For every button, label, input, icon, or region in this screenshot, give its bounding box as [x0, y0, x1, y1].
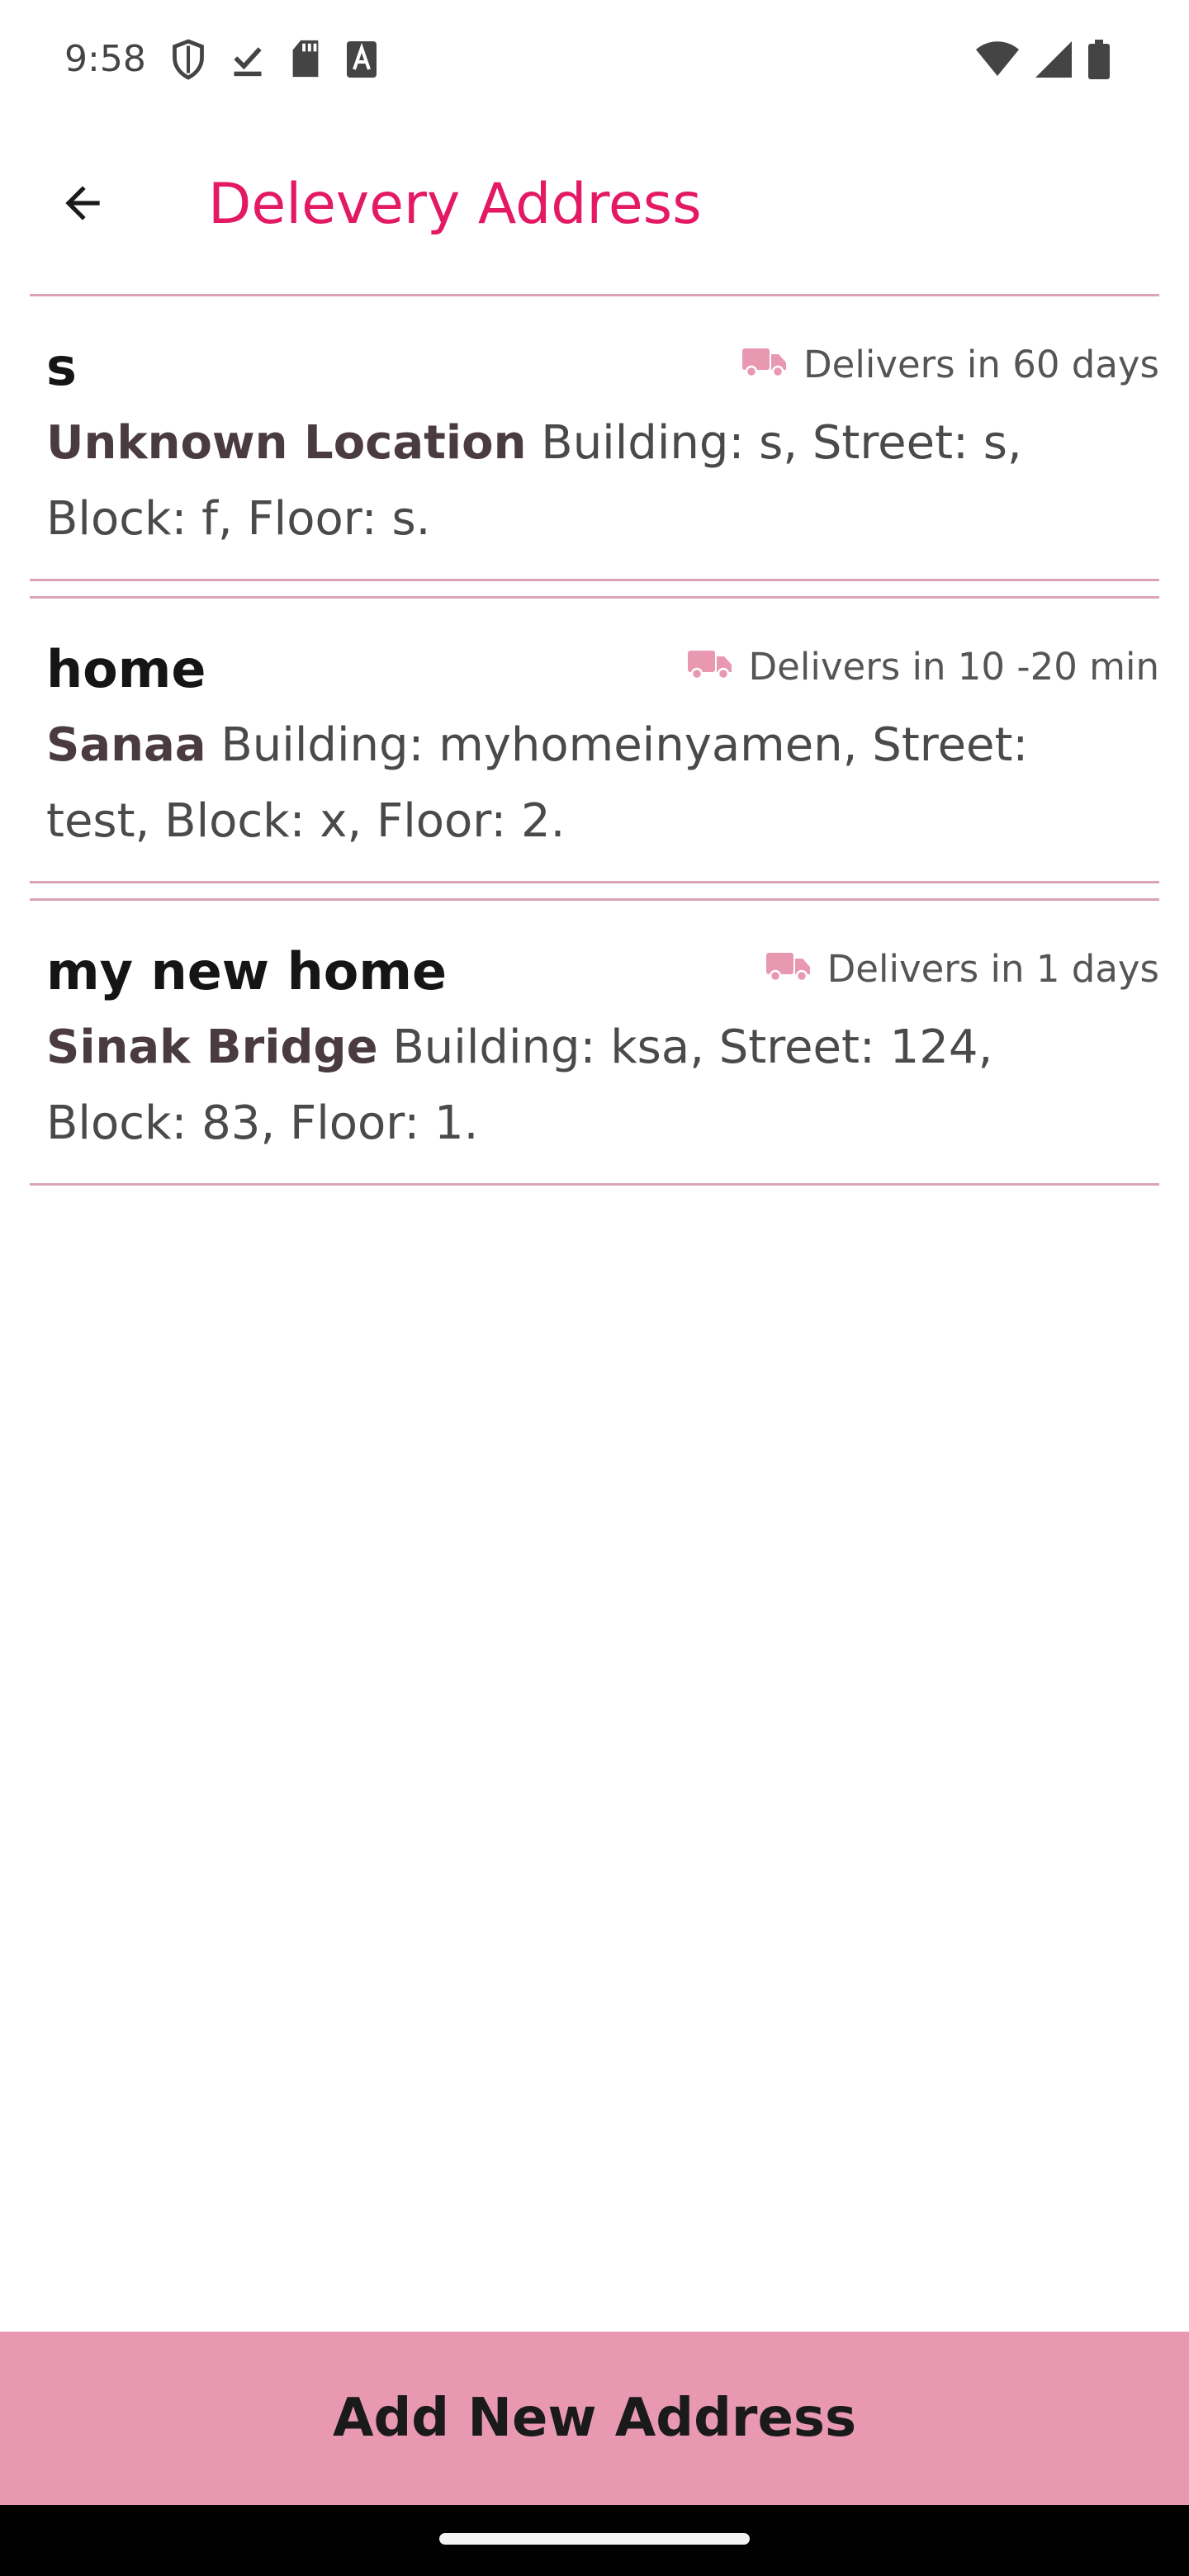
status-icons-left [170, 38, 378, 81]
truck-icon [687, 649, 732, 684]
truck-icon [741, 347, 787, 381]
screen: 9:58 Delevery Address s Delivers in 60 d… [0, 0, 1189, 2576]
address-list: s Delivers in 60 days Unknown Location B… [30, 294, 1159, 1200]
arrow-back-icon [57, 178, 108, 232]
app-bar: Delevery Address [0, 116, 1189, 294]
add-new-address-button[interactable]: Add New Address [0, 2332, 1189, 2505]
add-new-address-label: Add New Address [332, 2388, 857, 2449]
address-details: Sanaa Building: myhomeinyamen, Street: t… [46, 708, 1136, 859]
address-city: Sinak Bridge [46, 1020, 378, 1074]
address-details: Unknown Location Building: s, Street: s,… [46, 405, 1136, 557]
address-city: Sanaa [46, 718, 206, 772]
delivery-time: Delivers in 60 days [803, 342, 1159, 386]
battery-icon [1088, 40, 1110, 79]
delivery-info: Delivers in 1 days [765, 937, 1159, 1000]
address-city: Unknown Location [46, 416, 527, 470]
download-done-icon [230, 38, 266, 81]
cell-signal-icon [1035, 41, 1072, 78]
shield-icon [170, 38, 206, 81]
delivery-time: Delivers in 1 days [827, 946, 1159, 991]
address-card[interactable]: home Delivers in 10 -20 min Sanaa Buildi… [30, 596, 1159, 883]
delivery-info: Delivers in 60 days [741, 333, 1159, 395]
address-name: s [46, 337, 77, 397]
navigation-bar [0, 2505, 1189, 2576]
address-card[interactable]: my new home Delivers in 1 days Sinak Bri… [30, 898, 1159, 1186]
delivery-info: Delivers in 10 -20 min [687, 635, 1159, 698]
truck-icon [765, 951, 811, 986]
page-title: Delevery Address [208, 172, 702, 237]
home-indicator[interactable] [439, 2533, 750, 2545]
font-a-icon [345, 40, 378, 79]
address-card[interactable]: s Delivers in 60 days Unknown Location B… [30, 294, 1159, 581]
address-name: my new home [46, 941, 448, 1002]
wifi-icon [976, 41, 1019, 78]
status-time: 9:58 [64, 38, 146, 80]
sd-card-icon [289, 39, 322, 80]
address-name: home [46, 639, 206, 699]
status-icons-right [976, 38, 1110, 81]
back-button[interactable] [40, 162, 126, 248]
status-bar: 9:58 [0, 0, 1189, 116]
delivery-time: Delivers in 10 -20 min [748, 644, 1159, 689]
address-details: Sinak Bridge Building: ksa, Street: 124,… [46, 1010, 1136, 1162]
